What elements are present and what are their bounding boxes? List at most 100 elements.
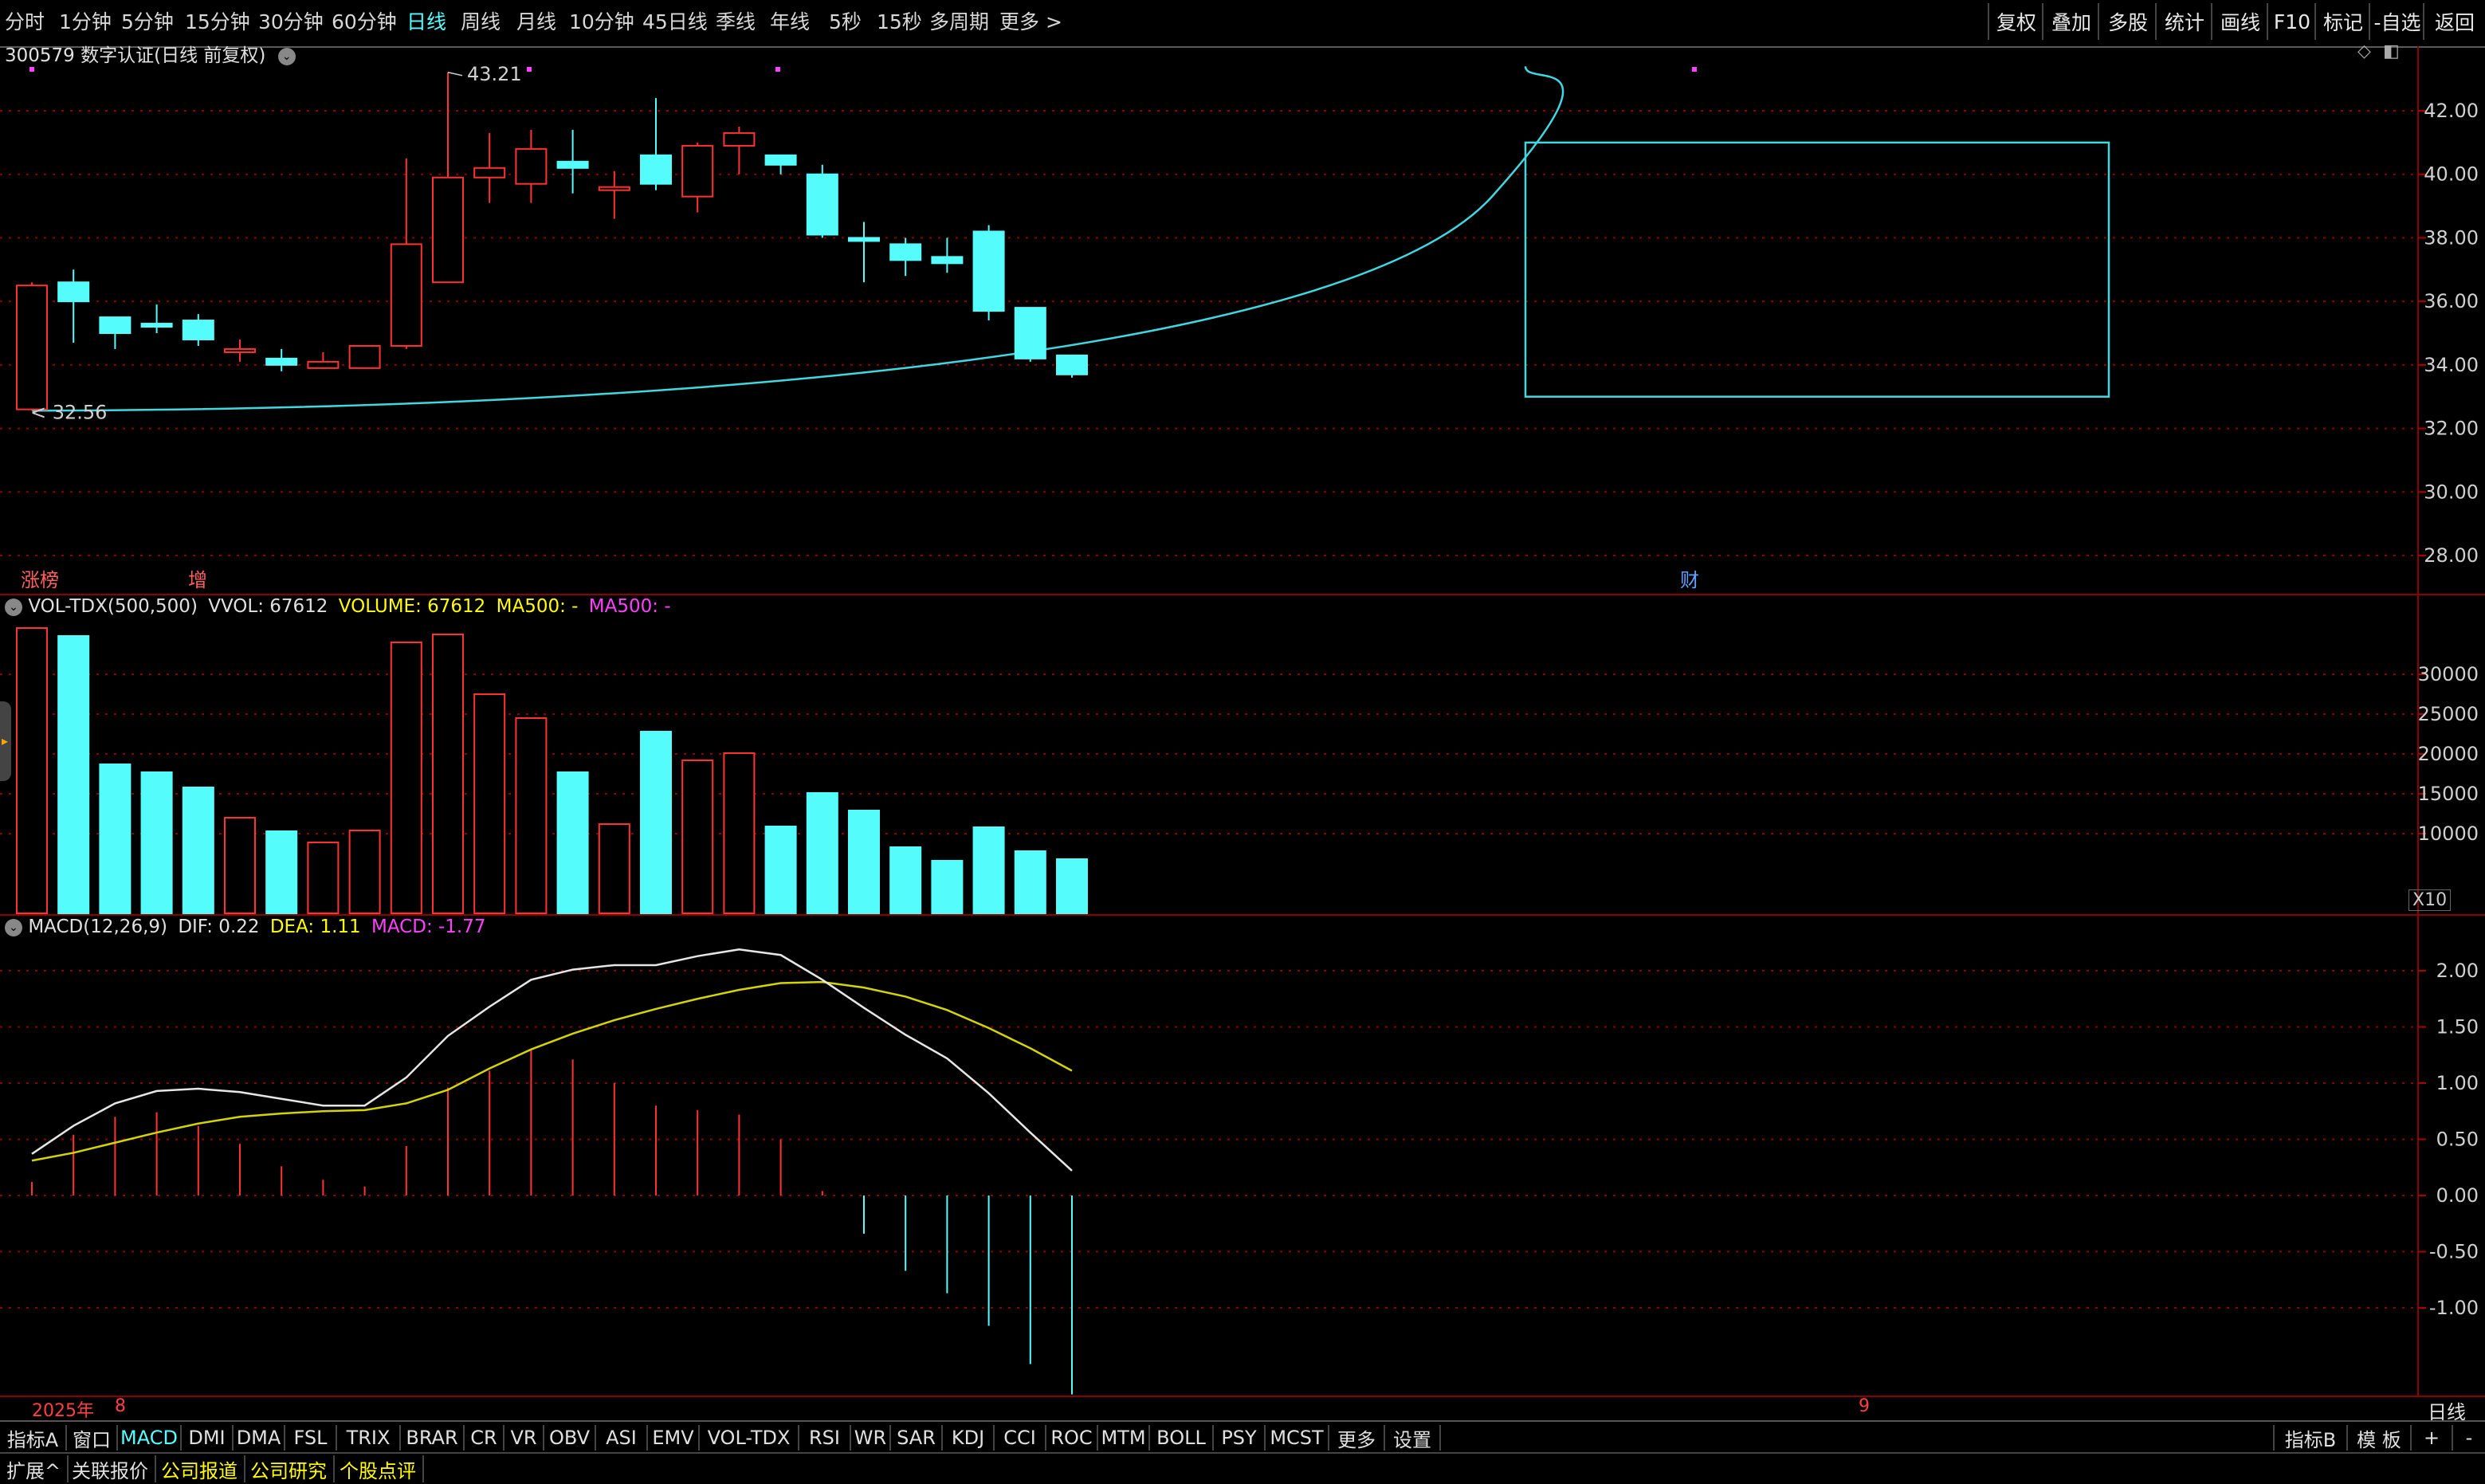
- toolbar-button-4[interactable]: 画线: [2211, 3, 2268, 40]
- period-tab-5[interactable]: 60分钟: [332, 6, 397, 35]
- indicator-tab-emv[interactable]: EMV: [648, 1425, 700, 1451]
- candle-body-17: [723, 132, 756, 147]
- price-tick-label-5: 32.00: [2424, 418, 2479, 440]
- toolbar-button-0[interactable]: 复权: [1988, 3, 2043, 40]
- volume-bar-6: [265, 830, 298, 914]
- indicator-tab-roc[interactable]: ROC: [1046, 1425, 1098, 1451]
- period-tab-15[interactable]: 多周期: [929, 6, 989, 35]
- indicator-tab-更多[interactable]: 更多: [1329, 1425, 1385, 1451]
- candle-body-14: [598, 186, 630, 191]
- indicator-tab-dma[interactable]: DMA: [234, 1425, 285, 1451]
- volume-bar-14: [598, 823, 630, 914]
- macd-tick-label-4: 0.00: [2436, 1184, 2479, 1207]
- toolbar-button-1[interactable]: 叠加: [2042, 3, 2099, 40]
- indicator-a-button[interactable]: 指标A: [0, 1425, 67, 1451]
- candle-body-3: [140, 323, 173, 328]
- period-tab-12[interactable]: 年线: [770, 6, 810, 35]
- volume-bar-24: [1014, 850, 1046, 914]
- settings-circle-icon[interactable]: ⌄: [277, 47, 296, 65]
- indicator-tab-wr[interactable]: WR: [851, 1425, 891, 1451]
- indicator-tab-vr[interactable]: VR: [504, 1425, 544, 1451]
- indicator-tab-asi[interactable]: ASI: [596, 1425, 648, 1451]
- period-tab-1[interactable]: 1分钟: [59, 6, 112, 35]
- indicator-right-button-3[interactable]: -: [2452, 1425, 2485, 1451]
- selection-box: [1524, 141, 2110, 398]
- volume-bar-21: [889, 846, 922, 914]
- candle-body-15: [640, 154, 672, 185]
- panel-maximize-icon[interactable]: ◧: [2383, 41, 2400, 61]
- candle-body-5: [224, 347, 256, 353]
- indicator-right-button-2[interactable]: +: [2410, 1425, 2453, 1451]
- candle-body-22: [931, 256, 964, 265]
- volume-title: VOL-TDX(500,500): [28, 596, 198, 617]
- period-tab-10[interactable]: 45日线: [642, 6, 708, 35]
- period-tab-2[interactable]: 5分钟: [121, 6, 174, 35]
- period-tab-13[interactable]: 5秒: [829, 6, 862, 35]
- volume-bar-9: [390, 642, 422, 914]
- indicator-tab-boll[interactable]: BOLL: [1150, 1425, 1214, 1451]
- candle-body-8: [348, 344, 381, 369]
- candle-body-12: [515, 147, 548, 185]
- bottom-bar-item-3[interactable]: 公司研究: [244, 1455, 335, 1482]
- macd-tick-label-5: -0.50: [2429, 1241, 2479, 1263]
- period-tab-9[interactable]: 10分钟: [569, 6, 634, 35]
- macd-tick-label-0: 2.00: [2436, 960, 2479, 982]
- period-tab-16[interactable]: 更多 >: [999, 6, 1062, 35]
- toolbar-button-3[interactable]: 统计: [2155, 3, 2212, 40]
- indicator-tab-dmi[interactable]: DMI: [182, 1425, 234, 1451]
- volume-bar-11: [473, 693, 506, 914]
- candle-body-20: [848, 237, 880, 242]
- indicator-tab-mcst[interactable]: MCST: [1266, 1425, 1329, 1451]
- side-expand-handle[interactable]: ▸: [0, 701, 11, 781]
- indicator-tab-rsi[interactable]: RSI: [799, 1425, 851, 1451]
- low-price-label: < 32.56: [30, 401, 107, 423]
- bottom-bar-item-2[interactable]: 公司报道: [155, 1455, 245, 1482]
- indicator-tab-cr[interactable]: CR: [465, 1425, 504, 1451]
- chart-canvas[interactable]: 42.00 40.00 38.00 36.00 34.00 32.00 30.00 28.00…: [0, 46, 2485, 1420]
- indicator-tab-trix[interactable]: TRIX: [337, 1425, 401, 1451]
- period-tab-0[interactable]: 分时: [5, 6, 45, 35]
- indicator-tab-sar[interactable]: SAR: [891, 1425, 943, 1451]
- toolbar-button-6[interactable]: 标记: [2314, 3, 2370, 40]
- indicator-right-button-0[interactable]: 指标B: [2273, 1425, 2348, 1451]
- volume-unit-label: X10: [2408, 889, 2452, 911]
- indicator-tab-obv[interactable]: OBV: [544, 1425, 596, 1451]
- volume-tick-label-3: 15000: [2418, 783, 2479, 805]
- volume-bar-5: [224, 817, 256, 914]
- indicator-right-button-1[interactable]: 模 板: [2346, 1425, 2412, 1451]
- dif-value: DIF: 0.22: [178, 917, 260, 937]
- indicator-tab-设置[interactable]: 设置: [1385, 1425, 1441, 1451]
- bottom-bar-item-4[interactable]: 个股点评: [333, 1455, 424, 1482]
- candle-body-23: [972, 230, 1005, 312]
- panel-collapse-icon[interactable]: ⌄: [5, 598, 22, 616]
- indicator-tab-mtm[interactable]: MTM: [1098, 1425, 1150, 1451]
- indicator-tab-vol-tdx[interactable]: VOL-TDX: [700, 1425, 799, 1451]
- period-tab-11[interactable]: 季线: [716, 6, 756, 35]
- signal-dot-3: [1692, 67, 1697, 72]
- period-tab-8[interactable]: 月线: [516, 6, 556, 35]
- volume-tick-label-4: 10000: [2418, 822, 2479, 845]
- bottom-bar-item-1[interactable]: 关联报价: [65, 1455, 156, 1482]
- indicator-tabs-bar: 指标A 窗口 MACD DMI DMA FSL TRIX BRAR CR VR OBV ASI EMV V…: [0, 1420, 2485, 1454]
- toolbar-button-2[interactable]: 多股: [2098, 3, 2157, 40]
- panel-options-icon[interactable]: ◇: [2357, 41, 2371, 61]
- toolbar-button-8[interactable]: 返回: [2423, 3, 2485, 40]
- toolbar-button-5[interactable]: F10: [2267, 3, 2316, 40]
- indicator-tab-macd[interactable]: MACD: [118, 1425, 182, 1451]
- indicator-tab-brar[interactable]: BRAR: [401, 1425, 465, 1451]
- toolbar-button-7[interactable]: -自选: [2369, 3, 2424, 40]
- period-tab-3[interactable]: 15分钟: [185, 6, 250, 35]
- period-tab-4[interactable]: 30分钟: [258, 6, 324, 35]
- volume-bar-12: [515, 717, 548, 914]
- period-tab-7[interactable]: 周线: [461, 6, 501, 35]
- macd-title: MACD(12,26,9): [28, 917, 167, 937]
- indicator-tab-psy[interactable]: PSY: [1214, 1425, 1266, 1451]
- period-tab-6[interactable]: 日线: [406, 6, 446, 35]
- panel-collapse-icon[interactable]: ⌄: [5, 918, 22, 936]
- window-button[interactable]: 窗口: [67, 1425, 118, 1451]
- period-tab-14[interactable]: 15秒: [877, 6, 922, 35]
- indicator-tab-cci[interactable]: CCI: [995, 1425, 1046, 1451]
- indicator-tab-fsl[interactable]: FSL: [285, 1425, 337, 1451]
- bottom-bar-item-0[interactable]: 扩展^: [0, 1455, 69, 1482]
- indicator-tab-kdj[interactable]: KDJ: [943, 1425, 995, 1451]
